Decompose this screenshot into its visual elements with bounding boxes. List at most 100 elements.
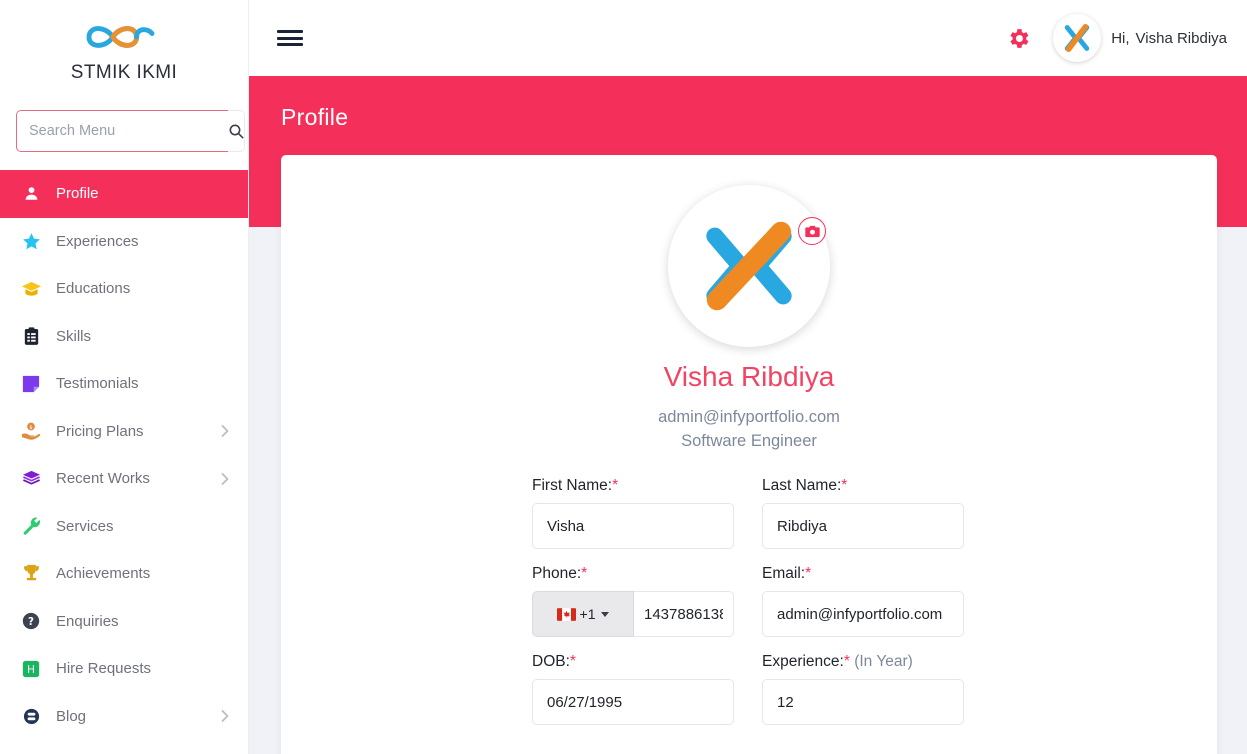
country-code-text: +1 [579, 606, 596, 622]
sidebar-item-label: Blog [56, 707, 87, 725]
hamburger-icon[interactable] [277, 28, 303, 48]
hire-h-icon: H [20, 659, 42, 679]
search-button[interactable] [228, 110, 245, 152]
field-label: Phone:* [532, 565, 762, 583]
chevron-right-icon [220, 425, 230, 438]
gear-icon [1010, 28, 1029, 48]
field-last-name: Last Name:* [762, 477, 992, 549]
avatar[interactable] [1053, 14, 1102, 62]
note-icon [20, 374, 42, 394]
user-name: Visha Ribdiya [1135, 29, 1227, 47]
field-label: DOB:* [532, 653, 762, 671]
first-name-input[interactable] [532, 503, 734, 549]
sidebar-item-enquiries[interactable]: ? Enquiries [0, 598, 248, 646]
phone-input[interactable] [634, 591, 734, 637]
sidebar-item-experiences[interactable]: Experiences [0, 218, 248, 266]
field-label: First Name:* [532, 477, 762, 495]
settings-button[interactable] [1001, 21, 1035, 55]
hand-money-icon: $ [20, 421, 42, 441]
sidebar-item-achievements[interactable]: Achievements [0, 550, 248, 598]
sidebar-item-skills[interactable]: Skills [0, 313, 248, 361]
field-label: Last Name:* [762, 477, 992, 495]
search-menu [16, 110, 245, 152]
sidebar-item-label: Experiences [56, 232, 139, 250]
required-mark: * [841, 477, 848, 494]
x-logo-icon [706, 221, 792, 311]
main-content: Hi, Visha Ribdiya Profile Visha Ribdiya … [249, 0, 1247, 754]
last-name-input[interactable] [762, 503, 964, 549]
required-mark: * [612, 477, 619, 494]
country-code-select[interactable]: +1 [532, 591, 634, 637]
infinity-logo-icon [86, 26, 155, 48]
blogger-icon [20, 706, 42, 726]
profile-card: Visha Ribdiya admin@infyportfolio.com So… [281, 155, 1217, 754]
field-hint: (In Year) [849, 653, 913, 670]
profile-avatar-block [281, 185, 1217, 347]
topbar-right: Hi, Visha Ribdiya [1001, 14, 1227, 62]
brand-name: STMIK IKMI [70, 62, 178, 83]
page-title: Profile [281, 104, 349, 130]
experience-input[interactable] [762, 679, 964, 725]
sidebar-item-label: Enquiries [56, 612, 119, 630]
label-text: First Name: [532, 477, 613, 494]
required-mark: * [569, 653, 576, 670]
sidebar-item-recent-works[interactable]: Recent Works [0, 455, 248, 503]
profile-form: First Name:* Last Name:* Phone:* +1 [281, 477, 1217, 741]
svg-text:?: ? [28, 617, 34, 628]
label-text: Last Name: [762, 477, 842, 494]
sidebar-item-label: Educations [56, 280, 131, 298]
dob-input[interactable] [532, 679, 734, 725]
sidebar: STMIK IKMI Profile Experiences Ed [0, 0, 249, 754]
sidebar-item-services[interactable]: Services [0, 503, 248, 551]
sidebar-item-label: Pricing Plans [56, 422, 144, 440]
sidebar-item-educations[interactable]: Educations [0, 265, 248, 313]
sidebar-item-profile[interactable]: Profile [0, 170, 248, 218]
topbar: Hi, Visha Ribdiya [249, 0, 1247, 76]
chevron-right-icon [220, 472, 230, 485]
x-logo-avatar-icon [1064, 23, 1090, 52]
label-text: Experience: [762, 653, 844, 670]
phone-row: +1 [532, 591, 734, 637]
label-text: DOB: [532, 653, 570, 670]
camera-icon [804, 225, 820, 237]
sidebar-item-blog[interactable]: Blog [0, 693, 248, 741]
sidebar-menu: Profile Experiences Educations Skills Te… [0, 170, 248, 740]
profile-avatar[interactable] [668, 185, 830, 347]
email-input[interactable] [762, 591, 964, 637]
sidebar-item-label: Skills [56, 327, 92, 345]
brand-header[interactable]: STMIK IKMI [0, 0, 248, 92]
field-email: Email:* [762, 565, 992, 637]
field-first-name: First Name:* [532, 477, 762, 549]
label-text: Phone: [532, 565, 582, 582]
profile-role: Software Engineer [681, 432, 817, 450]
label-text: Email: [762, 565, 806, 582]
field-phone: Phone:* +1 [532, 565, 762, 637]
sidebar-item-pricing-plans[interactable]: $ Pricing Plans [0, 408, 248, 456]
change-photo-button[interactable] [798, 217, 826, 245]
svg-text:$: $ [29, 425, 32, 431]
user-greeting[interactable]: Hi, Visha Ribdiya [1111, 30, 1227, 47]
clipboard-icon [20, 326, 42, 346]
user-icon [20, 184, 42, 204]
sidebar-item-label: Hire Requests [56, 660, 152, 678]
search-icon [229, 124, 244, 139]
sidebar-item-label: Achievements [56, 565, 151, 583]
sidebar-item-hire-requests[interactable]: H Hire Requests [0, 645, 248, 693]
sidebar-item-label: Services [56, 517, 114, 535]
sidebar-item-label: Profile [56, 185, 99, 203]
sidebar-item-label: Testimonials [56, 375, 139, 393]
greeting-text: Hi, [1111, 29, 1130, 47]
search-input[interactable] [16, 110, 228, 152]
field-label: Email:* [762, 565, 992, 583]
sidebar-item-label: Recent Works [56, 470, 150, 488]
question-circle-icon: ? [20, 611, 42, 631]
field-label: Experience:* (In Year) [762, 653, 992, 671]
profile-email: admin@infyportfolio.com [658, 408, 840, 426]
canada-flag-icon [556, 607, 576, 621]
trophy-icon [20, 564, 42, 584]
sidebar-item-testimonials[interactable]: Testimonials [0, 360, 248, 408]
required-mark: * [805, 565, 812, 582]
required-mark: * [581, 565, 588, 582]
graduation-cap-icon [20, 279, 42, 299]
field-dob: DOB:* [532, 653, 762, 725]
